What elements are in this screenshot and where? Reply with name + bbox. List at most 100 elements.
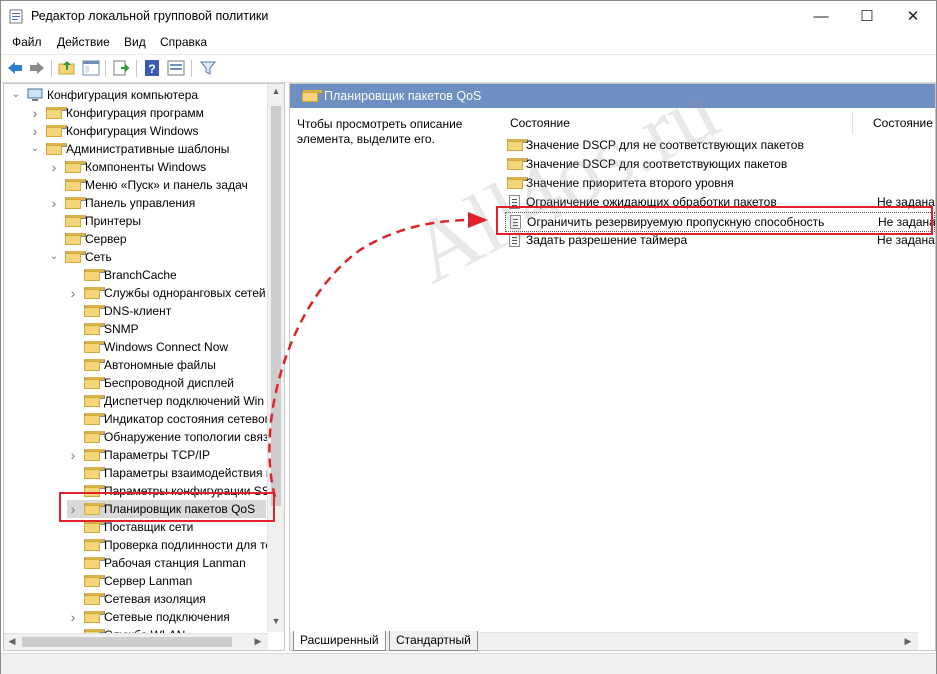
view-tabs: Расширенный Стандартный xyxy=(289,631,934,651)
tree-item[interactable]: Сервер xyxy=(48,230,266,248)
folder-icon xyxy=(46,125,67,137)
chevron-right-icon[interactable]: › xyxy=(29,122,41,140)
chevron-down-icon[interactable]: ⌄ xyxy=(29,140,41,158)
menu-action[interactable]: Действие xyxy=(57,35,110,49)
folder-icon xyxy=(84,485,105,497)
tree-item[interactable]: DNS-клиент xyxy=(67,302,266,320)
tree-item[interactable]: Рабочая станция Lanman xyxy=(67,554,266,572)
tree-item[interactable]: › Службы одноранговых сетей xyxy=(67,284,266,302)
tree-item[interactable]: Меню «Пуск» и панель задач xyxy=(48,176,266,194)
list-item-label: Ограничение ожидающих обработки пакетов xyxy=(526,195,777,209)
properties-icon[interactable] xyxy=(167,59,185,77)
tree-item-label: Сетевая изоляция xyxy=(104,592,206,606)
forward-arrow-icon[interactable] xyxy=(28,59,46,77)
tree-item[interactable]: Автономные файлы xyxy=(67,356,266,374)
minimize-button[interactable]: — xyxy=(798,1,844,32)
tree-item-label: Параметры конфигурации SS xyxy=(104,484,270,498)
folder-icon xyxy=(46,143,67,155)
tab-extended[interactable]: Расширенный xyxy=(293,631,386,651)
list-item-setting[interactable]: Ограничить резервируемую пропускную спос… xyxy=(505,212,935,232)
tree-item-label: Индикатор состояния сетевог xyxy=(104,412,270,426)
tree-item[interactable]: › Панель управления xyxy=(48,194,266,212)
tree-item[interactable]: ⌄ Административные шаблоны xyxy=(29,140,266,158)
tree-item[interactable]: › Компоненты Windows xyxy=(48,158,266,176)
chevron-right-icon[interactable]: › xyxy=(67,446,79,464)
scroll-down-icon[interactable]: ▼ xyxy=(268,616,284,626)
tree-item[interactable]: Диспетчер подключений Win xyxy=(67,392,266,410)
tree-item-label: Конфигурация программ xyxy=(66,106,204,120)
folder-icon xyxy=(84,341,105,353)
chevron-down-icon[interactable]: ⌄ xyxy=(48,248,60,266)
tree-item[interactable]: › Конфигурация Windows xyxy=(29,122,266,140)
svg-text:?: ? xyxy=(148,62,155,76)
close-button[interactable]: ✕ xyxy=(890,1,936,32)
chevron-right-icon[interactable]: › xyxy=(48,158,60,176)
scroll-thumb[interactable] xyxy=(22,637,232,647)
maximize-button[interactable]: ☐ xyxy=(844,1,890,32)
filter-icon[interactable] xyxy=(199,59,217,77)
column-header-state[interactable]: Состояние xyxy=(873,116,933,130)
tree-item-label: Диспетчер подключений Win xyxy=(104,394,265,408)
chevron-right-icon[interactable]: › xyxy=(29,104,41,122)
list-item-label: Значение приоритета второго уровня xyxy=(526,176,734,190)
tree-item[interactable]: Параметры взаимодействия к xyxy=(67,464,271,482)
tree-vertical-scrollbar[interactable]: ▲ ▼ xyxy=(267,84,284,632)
list-item-setting[interactable]: Задать разрешение таймера Не задана xyxy=(505,231,935,249)
tree-item-label: Административные шаблоны xyxy=(66,142,230,156)
folder-icon xyxy=(84,269,105,281)
list-item-folder[interactable]: Значение DSCP для соответствующих пакето… xyxy=(505,155,933,173)
tree-item[interactable]: › Планировщик пакетов QoS xyxy=(67,500,266,518)
menu-help[interactable]: Справка xyxy=(160,35,207,49)
tree-item[interactable]: BranchCache xyxy=(67,266,266,284)
toolbar-separator xyxy=(191,60,192,77)
tree-item[interactable]: ⌄ Сеть xyxy=(48,248,266,266)
tree-item[interactable]: › Параметры TCP/IP xyxy=(67,446,266,464)
folder-icon xyxy=(84,521,105,533)
chevron-right-icon[interactable]: › xyxy=(67,500,79,518)
up-folder-icon[interactable] xyxy=(58,59,76,77)
tree-item[interactable]: Принтеры xyxy=(48,212,266,230)
tree-item[interactable]: Обнаружение топологии связ xyxy=(67,428,268,446)
tree-item[interactable]: Сервер Lanman xyxy=(67,572,266,590)
folder-icon xyxy=(84,359,105,371)
folder-icon xyxy=(46,107,67,119)
details-pane: Планировщик пакетов QoS Чтобы просмотрет… xyxy=(289,83,936,651)
scroll-left-icon[interactable]: ◀ xyxy=(4,636,20,647)
chevron-right-icon[interactable]: › xyxy=(67,284,79,302)
show-hide-tree-icon[interactable] xyxy=(82,59,100,77)
tab-standard[interactable]: Стандартный xyxy=(389,631,478,651)
menu-view[interactable]: Вид xyxy=(124,35,146,49)
menu-file[interactable]: Файл xyxy=(12,35,42,49)
list-item-folder[interactable]: Значение приоритета второго уровня xyxy=(505,174,933,192)
tree-item[interactable]: › Сетевые подключения xyxy=(67,608,266,626)
column-header-setting[interactable]: Состояние xyxy=(510,116,570,130)
tree-horizontal-scrollbar[interactable]: ◀ ▶ xyxy=(4,633,268,650)
tree-item[interactable]: Сетевая изоляция xyxy=(67,590,266,608)
list-item-folder[interactable]: Значение DSCP для не соответствующих пак… xyxy=(505,136,933,154)
chevron-down-icon[interactable]: ⌄ xyxy=(10,86,22,104)
chevron-right-icon[interactable]: › xyxy=(67,608,79,626)
tree-item[interactable]: Windows Connect Now xyxy=(67,338,266,356)
back-arrow-icon[interactable] xyxy=(6,59,24,77)
scroll-thumb[interactable] xyxy=(271,106,281,506)
tree-item[interactable]: Индикатор состояния сетевог xyxy=(67,410,270,428)
computer-icon xyxy=(27,88,43,101)
list-item-setting[interactable]: Ограничение ожидающих обработки пакетов Н… xyxy=(505,193,935,211)
tree-item-label: SNMP xyxy=(104,322,139,336)
help-icon[interactable]: ? xyxy=(143,59,161,77)
scroll-right-icon[interactable]: ▶ xyxy=(250,636,266,647)
title-bar: Редактор локальной групповой политики — … xyxy=(1,1,936,32)
folder-icon xyxy=(84,467,105,479)
tree-item[interactable]: Параметры конфигурации SS xyxy=(67,482,270,500)
tree-item[interactable]: SNMP xyxy=(67,320,266,338)
tree-item[interactable]: Поставщик сети xyxy=(67,518,266,536)
column-separator[interactable] xyxy=(852,112,853,134)
chevron-right-icon[interactable]: › xyxy=(48,194,60,212)
tree-item[interactable]: Проверка подлинности для те xyxy=(67,536,272,554)
scroll-up-icon[interactable]: ▲ xyxy=(268,86,284,96)
folder-icon xyxy=(65,251,86,263)
folder-icon xyxy=(65,215,86,227)
tree-item[interactable]: Беспроводной дисплей xyxy=(67,374,266,392)
export-list-icon[interactable] xyxy=(112,59,130,77)
tree-item[interactable]: › Конфигурация программ xyxy=(29,104,266,122)
